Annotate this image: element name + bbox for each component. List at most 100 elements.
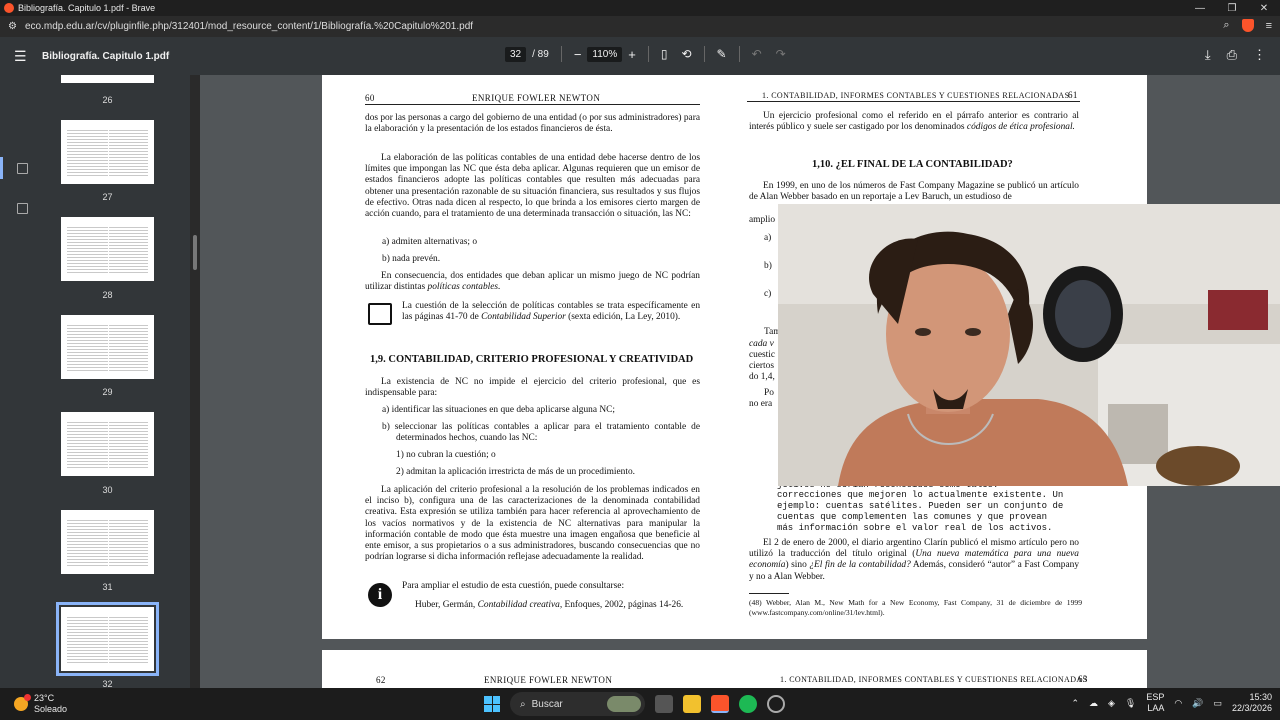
thumbnail-page[interactable] xyxy=(61,217,154,281)
more-options-icon[interactable]: ⋮ xyxy=(1253,47,1266,63)
task-view-icon[interactable] xyxy=(655,695,673,713)
thumbnail-page[interactable] xyxy=(61,412,154,476)
paragraph-italic: códigos de ética profesional. xyxy=(966,122,1075,133)
taskbar-search[interactable]: ⌕ Buscar xyxy=(510,692,645,716)
sunny-weather-icon xyxy=(14,694,31,711)
footnote-rule xyxy=(749,593,789,594)
weather-condition: Soleado xyxy=(34,704,68,714)
annotate-icon[interactable]: ✎ xyxy=(717,47,727,61)
quote-line: cuentas que complementen las comunes y q… xyxy=(777,512,1048,522)
paragraph: El 2 de enero de 2000, el diario argenti… xyxy=(749,538,1079,583)
taskbar: 23°C Soleado ⌕ Buscar ⌃ ☁ ◈ 🎙 ESP LAA ◠ 🔊 … xyxy=(0,688,1280,720)
outline-icon[interactable] xyxy=(17,203,28,214)
date: 22/3/2026 xyxy=(1231,703,1272,713)
thumbnail-page[interactable] xyxy=(61,120,154,184)
paragraph-italic-2: ¿El fin de la contabilidad? xyxy=(809,560,911,571)
paragraph-fragment: do 1,4, xyxy=(749,372,775,382)
zoom-level-input[interactable]: 110% xyxy=(587,46,623,62)
system-tray: ⌃ ☁ ◈ 🎙 ESP LAA ◠ 🔊 ▭ 15:30 22/3/2026 xyxy=(1071,692,1272,714)
thumbnail-panel: 26 27 28 29 30 31 32 xyxy=(44,75,190,688)
reference-author: Huber, Germán, xyxy=(415,600,476,610)
microphone-icon[interactable]: 🎙 xyxy=(1125,698,1136,709)
file-explorer-icon[interactable] xyxy=(683,695,701,713)
close-button[interactable]: ✕ xyxy=(1248,0,1280,16)
thumbnail-page[interactable] xyxy=(61,315,154,379)
thumbnail-page-selected[interactable] xyxy=(56,602,159,676)
info-note: Para ampliar el estudio de esta cuestión… xyxy=(402,581,625,591)
paragraph: La existencia de NC no impide el ejercic… xyxy=(365,377,700,399)
page-number-input[interactable]: 32 xyxy=(505,46,527,62)
brave-taskbar-icon[interactable] xyxy=(711,695,729,713)
start-button[interactable] xyxy=(484,696,500,712)
list-item: a) admiten alternativas; o xyxy=(382,237,478,247)
spotify-icon[interactable] xyxy=(739,695,757,713)
rotate-icon[interactable]: ⟲ xyxy=(681,47,691,61)
restore-button[interactable]: ❐ xyxy=(1216,0,1248,16)
paragraph: En consecuencia, dos entidades que deban… xyxy=(365,271,700,293)
url-text[interactable]: eco.mdp.edu.ar/cv/pluginfile.php/312401/… xyxy=(25,21,473,32)
zoom-out-button[interactable]: − xyxy=(574,47,582,62)
thumbnail-page[interactable] xyxy=(61,510,154,574)
reference: Huber, Germán, Contabilidad creativa, En… xyxy=(415,600,700,611)
zoom-in-button[interactable]: + xyxy=(628,47,636,62)
thumbnails-icon[interactable] xyxy=(17,163,28,174)
page-number: 62 xyxy=(376,675,386,685)
note: La cuestión de la selección de políticas… xyxy=(402,301,700,323)
quote-line: más información sobre el valor real de l… xyxy=(777,523,1053,533)
page-number: 61 xyxy=(1068,90,1078,100)
search-icon: ⌕ xyxy=(520,698,526,710)
minimize-button[interactable]: — xyxy=(1184,0,1216,16)
language-indicator[interactable]: ESP LAA xyxy=(1146,692,1164,714)
weather-widget[interactable]: 23°C Soleado xyxy=(14,693,67,715)
thumbnail-number: 32 xyxy=(102,679,113,688)
shield-tray-icon[interactable]: ◈ xyxy=(1108,698,1115,709)
running-header: 1. CONTABILIDAD, INFORMES CONTABLES Y CU… xyxy=(780,675,1088,684)
print-icon[interactable]: ⎙ xyxy=(1227,47,1237,63)
thumbnail-number: 26 xyxy=(102,95,113,105)
thumbnail-number: 27 xyxy=(102,192,113,202)
zoom-icon[interactable]: ⌕ xyxy=(1223,19,1229,32)
download-icon[interactable]: ⤓ xyxy=(1205,47,1211,63)
show-hidden-icons-icon[interactable]: ⌃ xyxy=(1071,698,1079,709)
webcam-image xyxy=(778,204,1280,486)
note-end: (sexta edición, La Ley, 2010). xyxy=(568,312,681,323)
fit-page-icon[interactable]: ▯ xyxy=(661,47,668,61)
list-item: 1) no cubran la cuestión; o xyxy=(396,450,496,460)
running-header: ENRIQUE FOWLER NEWTON xyxy=(484,675,613,685)
battery-icon[interactable]: ▭ xyxy=(1213,698,1222,709)
thumbnail-scrollbar[interactable] xyxy=(190,75,200,688)
onedrive-icon[interactable]: ☁ xyxy=(1089,698,1098,709)
rail-active-indicator xyxy=(0,157,3,179)
quote-line: correcciones que mejoren lo actualmente … xyxy=(777,490,1064,500)
hamburger-menu-icon[interactable]: ☰ xyxy=(14,48,32,65)
thumbnail-page[interactable] xyxy=(61,75,154,83)
running-header: 1. CONTABILIDAD, INFORMES CONTABLES Y CU… xyxy=(762,91,1070,100)
thumbnail-scroll-thumb[interactable] xyxy=(193,235,197,270)
menu-icon[interactable]: ≡ xyxy=(1266,20,1272,32)
list-item: b) nada prevén. xyxy=(382,254,441,264)
paragraph-fragment: Po xyxy=(764,388,774,398)
footnote: (48) Webber, Alan M., New Math for a New… xyxy=(749,598,1082,617)
paragraph-fragment: no era xyxy=(749,399,773,409)
paragraph-fragment: amplio xyxy=(749,215,776,225)
webcam-overlay xyxy=(778,204,1280,486)
quote-line: ejemplo: cuentas satélites. Pueden ser u… xyxy=(777,501,1064,511)
clock[interactable]: 15:30 22/3/2026 xyxy=(1232,692,1272,714)
list-item: 2) admitan la aplicación irrestricta de … xyxy=(396,467,635,477)
note-italic: Contabilidad Superior xyxy=(481,312,566,323)
paragraph-italic: políticas contables. xyxy=(427,282,501,293)
pdf-toolbar: ☰ Bibliografía. Capitulo 1.pdf 32 / 89 −… xyxy=(0,37,1280,75)
redo-icon[interactable]: ↷ xyxy=(776,47,786,61)
section-heading: 1,9. CONTABILIDAD, CRITERIO PROFESIONAL … xyxy=(370,354,694,365)
search-label: Buscar xyxy=(531,698,563,710)
brave-shields-icon[interactable] xyxy=(1241,19,1254,32)
app-icon[interactable] xyxy=(767,695,785,713)
site-info-icon[interactable]: ⚙ xyxy=(8,21,17,32)
wifi-icon[interactable]: ◠ xyxy=(1174,698,1182,709)
volume-icon[interactable]: 🔊 xyxy=(1192,698,1203,709)
window-titlebar: Bibliografía. Capitulo 1.pdf - Brave — ❐… xyxy=(0,0,1280,16)
page-total: / 89 xyxy=(532,48,549,60)
undo-icon[interactable]: ↶ xyxy=(752,47,762,61)
list-item: b) xyxy=(764,261,772,271)
address-bar[interactable]: ⚙ eco.mdp.edu.ar/cv/pluginfile.php/31240… xyxy=(0,16,1280,37)
